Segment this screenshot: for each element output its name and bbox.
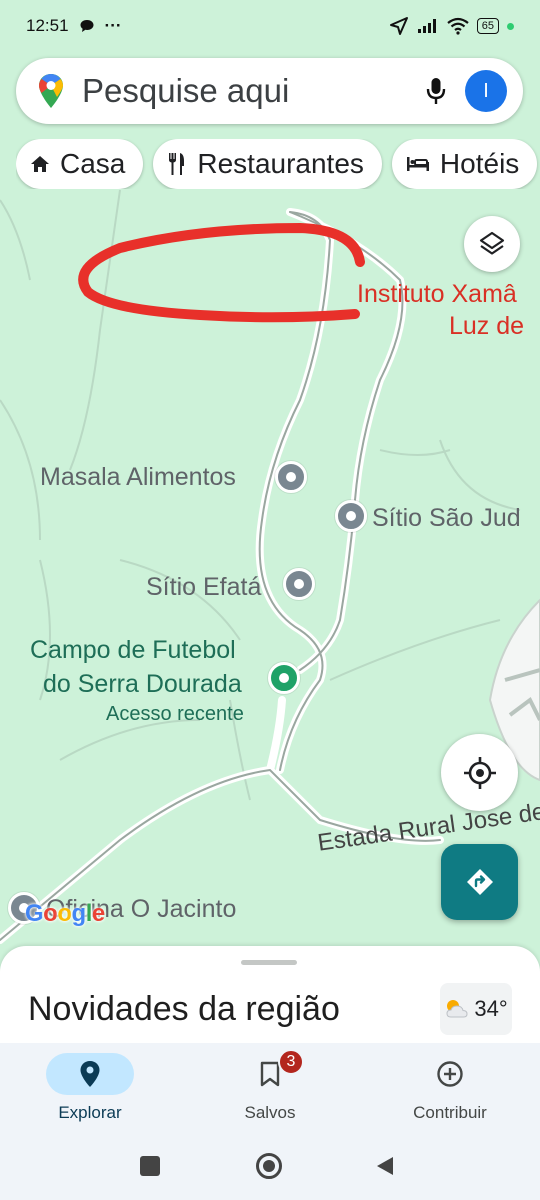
status-time: 12:51 bbox=[26, 16, 69, 35]
sheet-drag-handle[interactable] bbox=[241, 960, 297, 965]
sheet-title: Novidades da região bbox=[28, 990, 340, 1028]
crosshair-icon bbox=[463, 756, 496, 789]
nav-contribute-label: Contribuir bbox=[413, 1103, 487, 1122]
place-label-campo-line2[interactable]: do Serra Dourada bbox=[43, 670, 242, 699]
place-label-masala[interactable]: Masala Alimentos bbox=[40, 463, 236, 492]
bottom-navigation: Explorar 3 Salvos Contribuir bbox=[0, 1043, 540, 1131]
layers-button[interactable] bbox=[464, 216, 520, 272]
system-navigation-bar bbox=[0, 1131, 540, 1200]
nav-contribute-pill bbox=[406, 1053, 494, 1095]
chip-home[interactable]: Casa bbox=[16, 139, 144, 189]
home-button-icon[interactable] bbox=[256, 1153, 282, 1179]
wifi-icon bbox=[447, 17, 469, 35]
add-circle-icon bbox=[437, 1061, 463, 1087]
account-avatar[interactable]: I bbox=[465, 70, 507, 112]
chip-hotels[interactable]: Hotéis bbox=[391, 139, 538, 189]
my-location-button[interactable] bbox=[441, 734, 518, 811]
nav-saved-pill: 3 bbox=[226, 1049, 314, 1095]
home-icon bbox=[31, 156, 49, 172]
place-label-sitio-sao-jud[interactable]: Sítio São Jud bbox=[372, 504, 521, 533]
location-pin-icon bbox=[80, 1061, 100, 1087]
nav-saved-label: Salvos bbox=[244, 1103, 296, 1122]
recent-access-label: Acesso recente bbox=[106, 703, 244, 725]
google-logo: Google bbox=[25, 900, 105, 927]
campo-futebol-pin-icon[interactable] bbox=[268, 662, 300, 694]
bottom-sheet[interactable]: Novidades da região 34° bbox=[0, 946, 540, 1046]
directions-button[interactable] bbox=[441, 844, 518, 920]
saved-count-badge: 3 bbox=[278, 1049, 304, 1075]
chip-restaurants-label: Restaurantes bbox=[197, 148, 364, 179]
sitio-sao-jud-pin-icon[interactable] bbox=[335, 500, 367, 532]
chip-restaurants[interactable]: Restaurantes bbox=[153, 139, 382, 189]
back-icon[interactable] bbox=[374, 1155, 396, 1177]
layers-icon bbox=[479, 231, 505, 255]
hotel-icon bbox=[406, 157, 429, 171]
place-label-instituto-line2[interactable]: Luz de bbox=[449, 312, 524, 341]
status-bar: 12:51 ··· 65 bbox=[0, 0, 540, 52]
signal-icon bbox=[417, 19, 436, 33]
chip-hotels-label: Hotéis bbox=[439, 148, 520, 179]
recents-icon[interactable] bbox=[140, 1156, 160, 1176]
partly-cloudy-icon bbox=[446, 1000, 468, 1018]
weather-temperature: 34° bbox=[474, 996, 508, 1021]
chip-home-label: Casa bbox=[60, 148, 126, 179]
place-label-instituto[interactable]: Instituto Xamâ bbox=[357, 280, 517, 309]
more-notifications-icon: ··· bbox=[104, 16, 122, 35]
privacy-dot-icon bbox=[507, 22, 514, 30]
nav-saved[interactable]: 3 Salvos bbox=[180, 1043, 360, 1131]
nav-contribute[interactable]: Contribuir bbox=[360, 1043, 540, 1131]
navigation-arrow-icon bbox=[389, 17, 408, 35]
nav-explore[interactable]: Explorar bbox=[0, 1043, 180, 1131]
category-chips: Casa Restaurantes Hotéis bbox=[16, 139, 540, 189]
nav-explore-pill bbox=[46, 1053, 134, 1095]
place-label-sitio-efata[interactable]: Sítio Efatá bbox=[146, 573, 261, 602]
place-label-campo-line1[interactable]: Campo de Futebol bbox=[30, 636, 236, 665]
search-input[interactable]: Pesquise aqui bbox=[82, 72, 425, 110]
masala-pin-icon[interactable] bbox=[275, 461, 307, 493]
maps-logo-icon bbox=[39, 74, 63, 108]
chat-notification-icon bbox=[80, 20, 94, 32]
search-bar[interactable]: Pesquise aqui I bbox=[16, 58, 523, 124]
battery-icon: 65 bbox=[476, 18, 499, 34]
weather-badge[interactable]: 34° bbox=[440, 983, 512, 1035]
sitio-efata-pin-icon[interactable] bbox=[283, 568, 315, 600]
nav-explore-label: Explorar bbox=[58, 1103, 122, 1122]
red-annotation-loop bbox=[78, 223, 365, 323]
restaurant-icon bbox=[169, 153, 185, 175]
directions-icon bbox=[466, 869, 493, 895]
microphone-icon[interactable] bbox=[425, 76, 447, 106]
